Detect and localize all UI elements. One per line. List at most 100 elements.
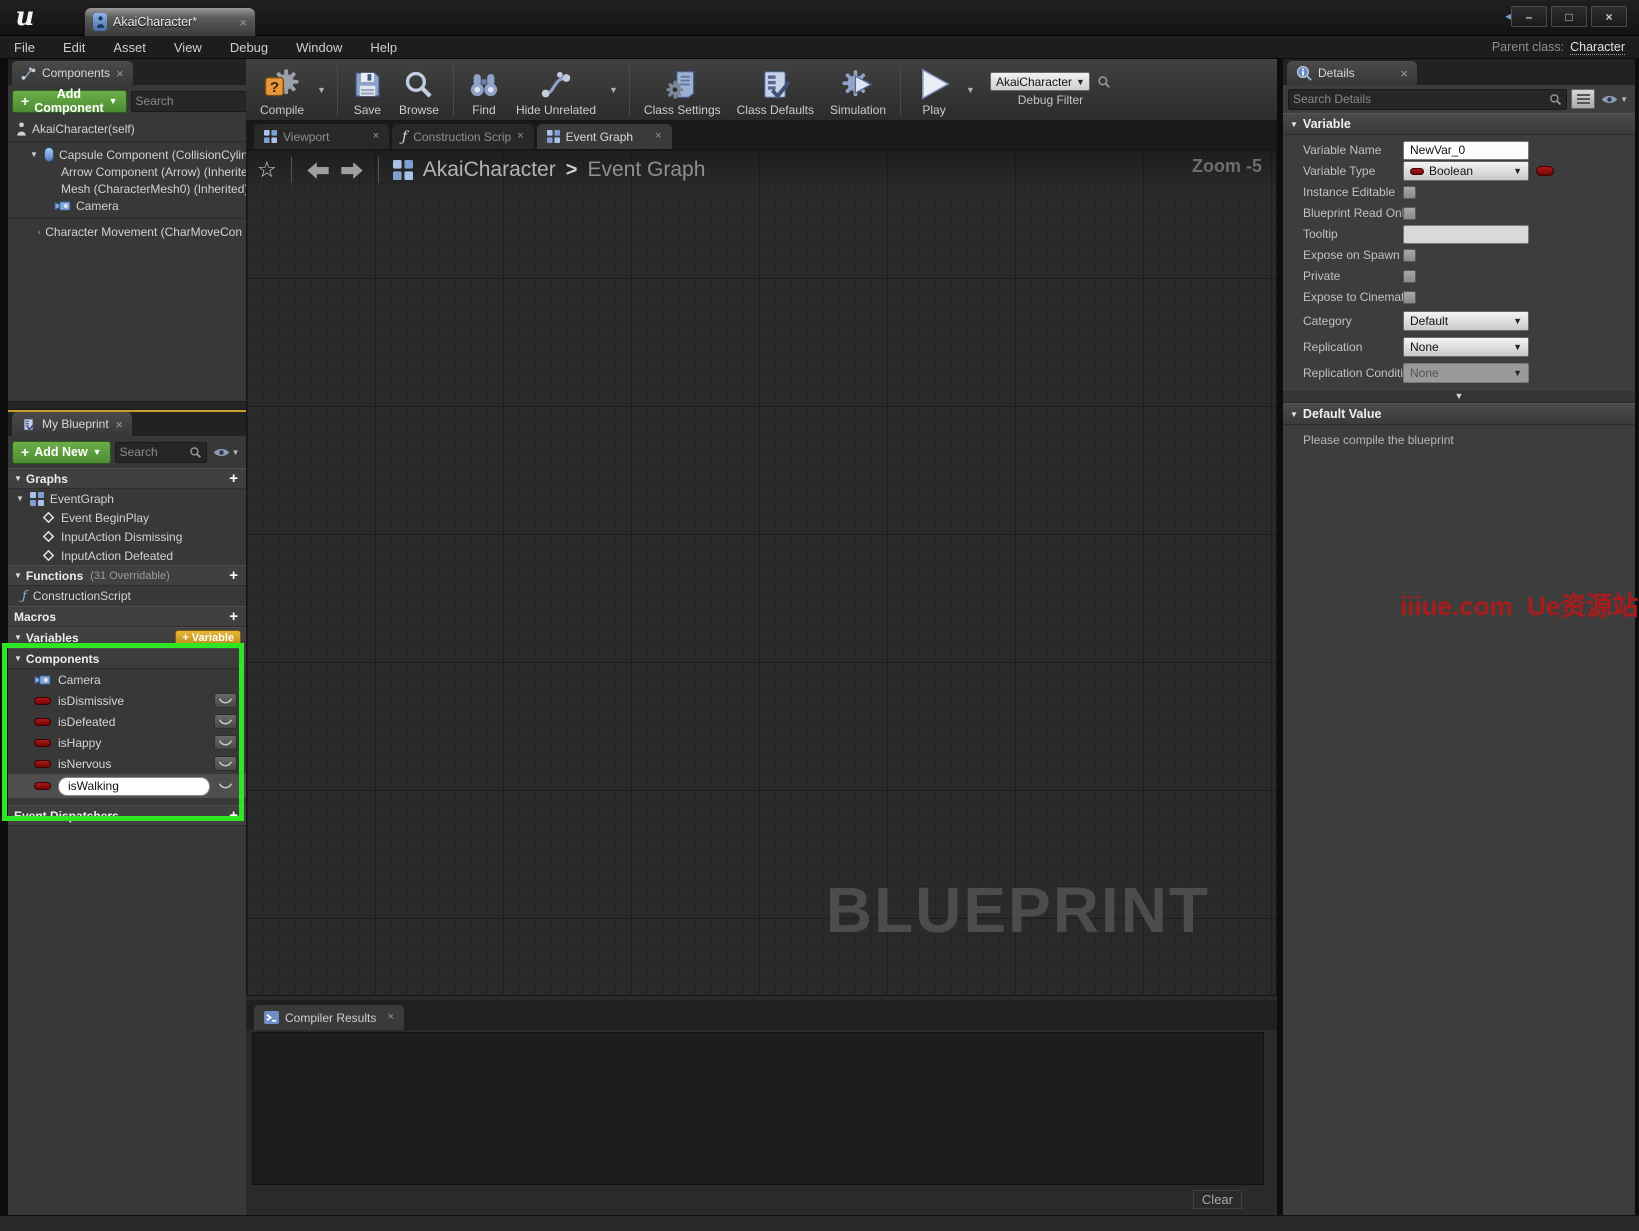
breadcrumb-root[interactable]: AkaiCharacter [423, 158, 556, 182]
variable-section-header[interactable]: ▼ Variable [1283, 113, 1635, 135]
private-checkbox[interactable] [1403, 270, 1416, 283]
visibility-toggle-button[interactable] [214, 714, 237, 729]
instance-editable-checkbox[interactable] [1403, 186, 1416, 199]
forward-arrow-icon[interactable] [340, 161, 364, 180]
variable-camera[interactable]: Camera [8, 669, 246, 690]
visibility-filter-button[interactable]: ▼ [211, 447, 242, 458]
variable-rename-input[interactable] [58, 777, 210, 796]
tab-close-icon[interactable]: × [1400, 67, 1408, 80]
visibility-toggle-button[interactable] [214, 693, 237, 708]
expander-icon[interactable]: ▼ [16, 494, 24, 503]
event-graph-item[interactable]: ▼ EventGraph [8, 489, 246, 508]
variable-ishappy[interactable]: isHappy [8, 732, 246, 753]
construction-script-item[interactable]: ƒ ConstructionScript [8, 586, 246, 606]
hide-unrelated-button[interactable]: Hide Unrelated [508, 59, 604, 120]
tree-item-capsule[interactable]: ▼ Capsule Component (CollisionCylind [8, 146, 246, 163]
variable-name-input[interactable] [1403, 141, 1529, 160]
category-dropdown[interactable]: Default ▼ [1403, 311, 1529, 331]
advanced-expander[interactable]: ▼ [1283, 389, 1635, 403]
variables-components-category-header[interactable]: ▼ Components [8, 648, 246, 669]
event-graph-canvas[interactable]: ☆ AkaiCharacter > Event Graph Zoom -5 BL… [246, 149, 1277, 996]
variable-isdefeated[interactable]: isDefeated [8, 711, 246, 732]
default-value-section-header[interactable]: ▼ Default Value [1283, 403, 1635, 425]
add-variable-button[interactable]: + Variable [175, 630, 241, 646]
tree-item-self[interactable]: AkaiCharacter(self) [8, 120, 246, 137]
menu-edit[interactable]: Edit [49, 36, 99, 58]
compile-options-chevron-icon[interactable]: ▼ [312, 85, 331, 95]
variable-isdismissive[interactable]: isDismissive [8, 690, 246, 711]
compile-button[interactable]: Compile [252, 59, 312, 120]
find-button[interactable]: Find [460, 59, 508, 120]
breadcrumb-current[interactable]: Event Graph [587, 158, 705, 182]
tree-item-mesh[interactable]: Mesh (CharacterMesh0) (Inherited) [8, 180, 246, 197]
container-type-button[interactable] [1536, 166, 1554, 176]
menu-view[interactable]: View [160, 36, 216, 58]
event-dispatchers-section-header[interactable]: Event Dispatchers + [8, 805, 246, 826]
macros-section-header[interactable]: Macros + [8, 606, 246, 627]
property-matrix-button[interactable] [1571, 89, 1595, 109]
inputaction-defeated-item[interactable]: InputAction Defeated [8, 546, 246, 565]
tab-close-icon[interactable]: × [655, 131, 661, 142]
expose-to-cinematics-checkbox[interactable] [1403, 291, 1416, 304]
visibility-toggle-button[interactable] [214, 756, 237, 771]
details-search-input[interactable] [1293, 92, 1549, 106]
add-graph-button[interactable]: + [229, 471, 238, 486]
components-tab-close-icon[interactable]: × [116, 67, 124, 80]
tree-item-arrow[interactable]: Arrow Component (Arrow) (Inherite [8, 163, 246, 180]
variables-section-header[interactable]: ▼ Variables + Variable [8, 627, 246, 648]
details-view-options-button[interactable]: ▼ [1599, 94, 1630, 105]
favorite-star-icon[interactable]: ☆ [257, 157, 277, 183]
tab-components[interactable]: Components × [12, 61, 133, 85]
hide-unrelated-options-chevron-icon[interactable]: ▼ [604, 85, 623, 95]
tree-item-character-movement[interactable]: Character Movement (CharMoveCon [8, 223, 246, 240]
asset-document-tab[interactable]: AkaiCharacter* × [84, 7, 256, 36]
add-new-button[interactable]: + Add New ▼ [12, 441, 111, 464]
visibility-toggle-button[interactable] [214, 735, 237, 750]
play-button[interactable]: Play [907, 59, 961, 120]
my-blueprint-search-input[interactable] [120, 445, 189, 459]
graphs-section-header[interactable]: ▼ Graphs + [8, 468, 246, 489]
variable-iswalking[interactable] [8, 774, 246, 798]
expose-on-spawn-checkbox[interactable] [1403, 249, 1416, 262]
variable-type-dropdown[interactable]: Boolean ▼ [1403, 161, 1529, 181]
clear-button[interactable]: Clear [1193, 1190, 1242, 1209]
tooltip-input[interactable] [1403, 225, 1529, 244]
tab-viewport[interactable]: Viewport × [254, 124, 389, 149]
event-beginplay-item[interactable]: Event BeginPlay [8, 508, 246, 527]
add-function-button[interactable]: + [229, 568, 238, 583]
tab-my-blueprint[interactable]: My Blueprint × [12, 412, 132, 436]
variable-isnervous[interactable]: isNervous [8, 753, 246, 774]
tab-close-icon[interactable]: × [517, 131, 523, 142]
back-arrow-icon[interactable] [306, 161, 330, 180]
class-settings-button[interactable]: Class Settings [636, 59, 729, 120]
expander-icon[interactable]: ▼ [30, 150, 39, 159]
menu-window[interactable]: Window [282, 36, 356, 58]
tab-event-graph[interactable]: Event Graph × [537, 124, 672, 149]
parent-class-value[interactable]: Character [1570, 40, 1625, 55]
menu-debug[interactable]: Debug [216, 36, 282, 58]
tab-details[interactable]: Details × [1287, 61, 1417, 85]
menu-help[interactable]: Help [356, 36, 411, 58]
maximize-button[interactable]: □ [1551, 6, 1587, 27]
replication-dropdown[interactable]: None ▼ [1403, 337, 1529, 357]
tab-close-icon[interactable]: × [388, 1012, 394, 1023]
browse-button[interactable]: Browse [391, 59, 447, 120]
functions-section-header[interactable]: ▼ Functions (31 Overridable) + [8, 565, 246, 586]
visibility-toggle-button[interactable] [214, 779, 237, 794]
minimize-button[interactable]: – [1511, 6, 1547, 27]
add-macro-button[interactable]: + [229, 609, 238, 624]
add-component-button[interactable]: + Add Component ▼ [12, 90, 127, 113]
close-button[interactable]: × [1591, 6, 1627, 27]
add-event-dispatcher-button[interactable]: + [229, 808, 238, 823]
tab-construction-script[interactable]: ƒ Construction Scrip × [392, 124, 534, 149]
simulation-button[interactable]: Simulation [822, 59, 894, 120]
my-blueprint-tab-close-icon[interactable]: × [115, 418, 123, 431]
tree-item-camera[interactable]: Camera [8, 197, 246, 214]
panel-divider[interactable] [8, 401, 246, 410]
save-button[interactable]: Save [344, 59, 391, 120]
blueprint-read-only-checkbox[interactable] [1403, 207, 1416, 220]
class-defaults-button[interactable]: Class Defaults [729, 59, 822, 120]
tab-close-icon[interactable]: × [373, 131, 379, 142]
inputaction-dismissing-item[interactable]: InputAction Dismissing [8, 527, 246, 546]
search-icon[interactable] [1097, 75, 1111, 89]
